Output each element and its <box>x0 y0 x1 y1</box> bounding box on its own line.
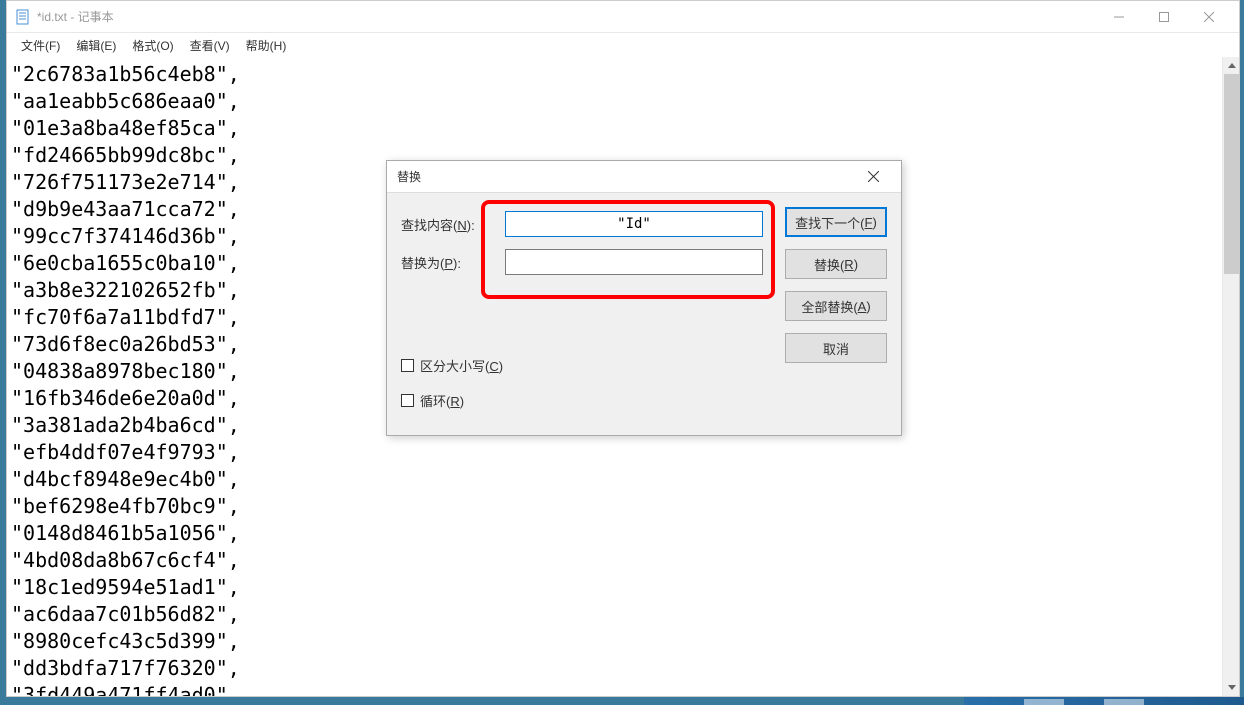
menu-view[interactable]: 查看(V) <box>184 35 236 56</box>
match-case-checkbox[interactable] <box>401 359 414 372</box>
dialog-body: 查找内容(N): 替换为(P): 查找下一个(F) 替换(R) 全部替换(A) … <box>387 193 901 435</box>
wrap-around-row[interactable]: 循环(R) <box>401 391 887 410</box>
replace-all-button[interactable]: 全部替换(A) <box>785 291 887 321</box>
vertical-scrollbar[interactable] <box>1222 57 1239 696</box>
dialog-title: 替换 <box>397 168 855 185</box>
menu-file[interactable]: 文件(F) <box>15 35 66 56</box>
maximize-button[interactable] <box>1141 2 1186 32</box>
wrap-around-checkbox[interactable] <box>401 394 414 407</box>
dialog-buttons: 查找下一个(F) 替换(R) 全部替换(A) 取消 <box>785 207 887 363</box>
find-next-button[interactable]: 查找下一个(F) <box>785 207 887 237</box>
match-case-label: 区分大小写(C) <box>420 356 503 375</box>
replace-label: 替换为(P): <box>401 253 505 272</box>
replace-button[interactable]: 替换(R) <box>785 249 887 279</box>
notepad-icon <box>15 9 31 25</box>
window-title: *id.txt - 记事本 <box>37 8 1096 25</box>
scroll-thumb[interactable] <box>1224 74 1239 274</box>
menubar: 文件(F) 编辑(E) 格式(O) 查看(V) 帮助(H) <box>7 33 1239 57</box>
dialog-close-button[interactable] <box>855 163 891 191</box>
dialog-header: 替换 <box>387 161 901 193</box>
replace-input[interactable] <box>505 249 763 275</box>
menu-edit[interactable]: 编辑(E) <box>70 35 122 56</box>
menu-format[interactable]: 格式(O) <box>126 35 179 56</box>
find-input[interactable] <box>505 211 763 237</box>
window-controls <box>1096 2 1231 32</box>
close-button[interactable] <box>1186 2 1231 32</box>
titlebar: *id.txt - 记事本 <box>7 1 1239 33</box>
scroll-down-arrow[interactable] <box>1223 679 1239 696</box>
scroll-up-arrow[interactable] <box>1223 57 1239 74</box>
menu-help[interactable]: 帮助(H) <box>240 35 293 56</box>
taskbar-peek <box>964 697 1244 705</box>
minimize-button[interactable] <box>1096 2 1141 32</box>
cancel-button[interactable]: 取消 <box>785 333 887 363</box>
replace-dialog: 替换 查找内容(N): 替换为(P): 查找下一个(F) 替换(R) 全部替换(… <box>386 160 902 436</box>
find-label: 查找内容(N): <box>401 215 505 234</box>
wrap-around-label: 循环(R) <box>420 391 464 410</box>
